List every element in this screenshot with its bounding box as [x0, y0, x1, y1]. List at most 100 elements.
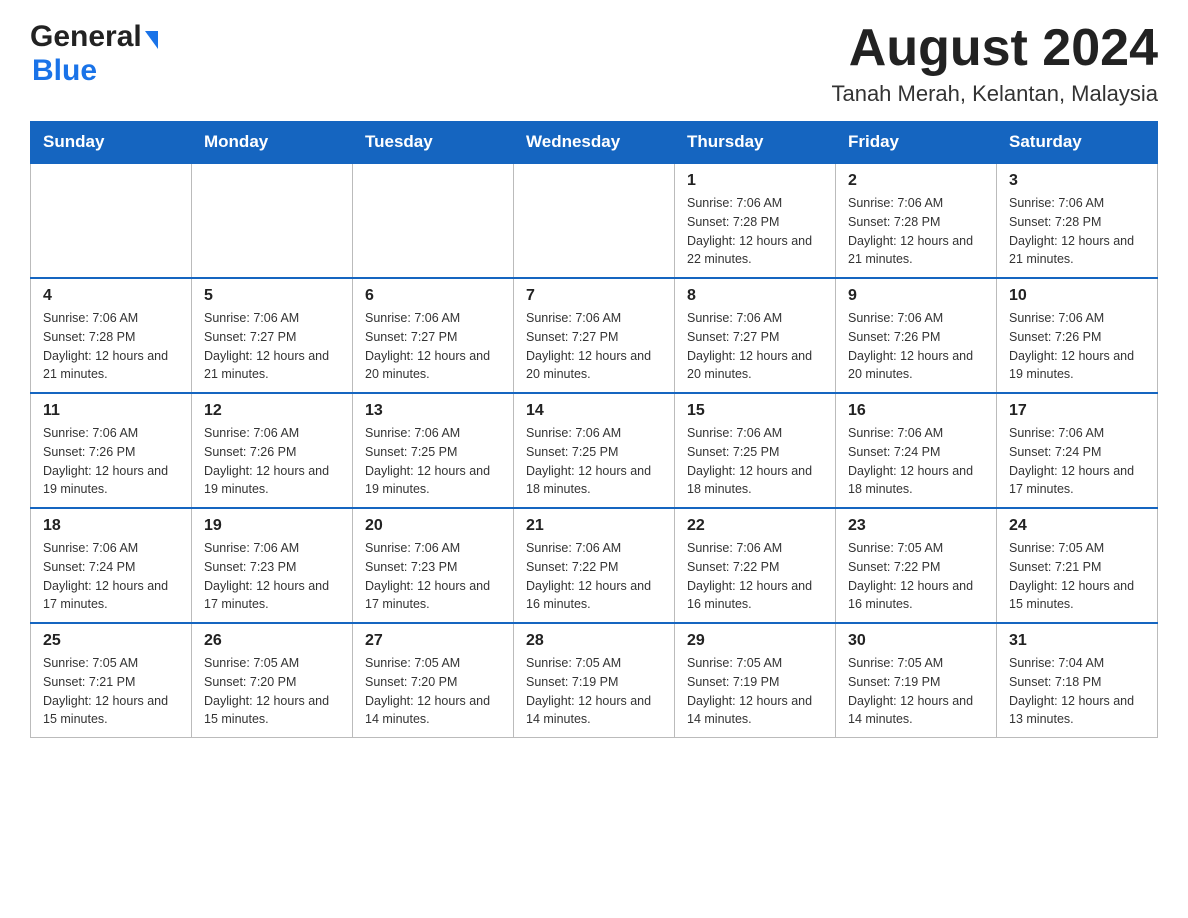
day-number: 4 — [43, 287, 179, 305]
day-number: 17 — [1009, 402, 1145, 420]
calendar-cell: 11 Sunrise: 7:06 AM Sunset: 7:26 PM Dayli… — [31, 393, 192, 508]
day-number: 28 — [526, 632, 662, 650]
calendar-cell: 3Sunrise: 7:06 AM Sunset: 7:28 PM Daylig… — [997, 163, 1158, 278]
month-title: August 2024 — [831, 20, 1158, 77]
logo-triangle-icon — [145, 31, 158, 49]
day-number: 9 — [848, 287, 984, 305]
calendar-cell — [192, 163, 353, 278]
day-number: 10 — [1009, 287, 1145, 305]
day-number: 22 — [687, 517, 823, 535]
day-info: Sunrise: 7:06 AM Sunset: 7:28 PM Dayligh… — [687, 194, 823, 269]
calendar-week-row: 11 Sunrise: 7:06 AM Sunset: 7:26 PM Dayli… — [31, 393, 1158, 508]
calendar-cell: 17 Sunrise: 7:06 AM Sunset: 7:24 PM Dayli… — [997, 393, 1158, 508]
day-info: Sunrise: 7:06 AM Sunset: 7:24 PM Dayligh… — [848, 424, 984, 499]
page-header: General Blue August 2024 Tanah Merah, Ke… — [30, 20, 1158, 107]
calendar-cell: 6Sunrise: 7:06 AM Sunset: 7:27 PM Daylig… — [353, 278, 514, 393]
calendar-cell: 7 Sunrise: 7:06 AM Sunset: 7:27 PM Daylig… — [514, 278, 675, 393]
day-number: 23 — [848, 517, 984, 535]
calendar-cell: 8Sunrise: 7:06 AM Sunset: 7:27 PM Daylig… — [675, 278, 836, 393]
day-info: Sunrise: 7:06 AM Sunset: 7:28 PM Dayligh… — [848, 194, 984, 269]
day-info: Sunrise: 7:05 AM Sunset: 7:20 PM Dayligh… — [204, 654, 340, 729]
calendar-cell: 1 Sunrise: 7:06 AM Sunset: 7:28 PM Daylig… — [675, 163, 836, 278]
calendar-table: SundayMondayTuesdayWednesdayThursdayFrid… — [30, 121, 1158, 738]
calendar-cell: 14 Sunrise: 7:06 AM Sunset: 7:25 PM Dayli… — [514, 393, 675, 508]
day-info: Sunrise: 7:06 AM Sunset: 7:22 PM Dayligh… — [526, 539, 662, 614]
day-number: 25 — [43, 632, 179, 650]
day-number: 19 — [204, 517, 340, 535]
day-number: 29 — [687, 632, 823, 650]
col-header-friday: Friday — [836, 122, 997, 164]
day-info: Sunrise: 7:06 AM Sunset: 7:25 PM Dayligh… — [526, 424, 662, 499]
day-info: Sunrise: 7:06 AM Sunset: 7:26 PM Dayligh… — [1009, 309, 1145, 384]
title-area: August 2024 Tanah Merah, Kelantan, Malay… — [831, 20, 1158, 107]
col-header-monday: Monday — [192, 122, 353, 164]
calendar-cell: 25Sunrise: 7:05 AM Sunset: 7:21 PM Dayli… — [31, 623, 192, 738]
calendar-cell — [353, 163, 514, 278]
calendar-cell: 12 Sunrise: 7:06 AM Sunset: 7:26 PM Dayli… — [192, 393, 353, 508]
day-info: Sunrise: 7:04 AM Sunset: 7:18 PM Dayligh… — [1009, 654, 1145, 729]
day-info: Sunrise: 7:06 AM Sunset: 7:24 PM Dayligh… — [1009, 424, 1145, 499]
day-number: 24 — [1009, 517, 1145, 535]
logo-blue-text: Blue — [32, 54, 97, 87]
logo-general-text: General — [30, 20, 142, 54]
calendar-cell: 23Sunrise: 7:05 AM Sunset: 7:22 PM Dayli… — [836, 508, 997, 623]
col-header-wednesday: Wednesday — [514, 122, 675, 164]
day-number: 14 — [526, 402, 662, 420]
calendar-cell: 20 Sunrise: 7:06 AM Sunset: 7:23 PM Dayli… — [353, 508, 514, 623]
day-info: Sunrise: 7:06 AM Sunset: 7:26 PM Dayligh… — [204, 424, 340, 499]
day-number: 18 — [43, 517, 179, 535]
day-number: 11 — [43, 402, 179, 420]
col-header-tuesday: Tuesday — [353, 122, 514, 164]
day-number: 13 — [365, 402, 501, 420]
col-header-saturday: Saturday — [997, 122, 1158, 164]
day-number: 15 — [687, 402, 823, 420]
col-header-sunday: Sunday — [31, 122, 192, 164]
calendar-cell: 2 Sunrise: 7:06 AM Sunset: 7:28 PM Daylig… — [836, 163, 997, 278]
day-number: 1 — [687, 172, 823, 190]
day-info: Sunrise: 7:06 AM Sunset: 7:25 PM Dayligh… — [365, 424, 501, 499]
calendar-week-row: 4 Sunrise: 7:06 AM Sunset: 7:28 PM Daylig… — [31, 278, 1158, 393]
day-number: 2 — [848, 172, 984, 190]
calendar-cell: 28 Sunrise: 7:05 AM Sunset: 7:19 PM Dayli… — [514, 623, 675, 738]
calendar-cell: 26Sunrise: 7:05 AM Sunset: 7:20 PM Dayli… — [192, 623, 353, 738]
calendar-cell: 16 Sunrise: 7:06 AM Sunset: 7:24 PM Dayli… — [836, 393, 997, 508]
day-info: Sunrise: 7:06 AM Sunset: 7:27 PM Dayligh… — [526, 309, 662, 384]
calendar-cell: 13 Sunrise: 7:06 AM Sunset: 7:25 PM Dayli… — [353, 393, 514, 508]
calendar-cell: 22 Sunrise: 7:06 AM Sunset: 7:22 PM Dayli… — [675, 508, 836, 623]
calendar-week-row: 1 Sunrise: 7:06 AM Sunset: 7:28 PM Daylig… — [31, 163, 1158, 278]
calendar-cell — [31, 163, 192, 278]
col-header-thursday: Thursday — [675, 122, 836, 164]
calendar-cell: 21Sunrise: 7:06 AM Sunset: 7:22 PM Dayli… — [514, 508, 675, 623]
day-number: 8 — [687, 287, 823, 305]
day-info: Sunrise: 7:06 AM Sunset: 7:26 PM Dayligh… — [43, 424, 179, 499]
calendar-cell: 5 Sunrise: 7:06 AM Sunset: 7:27 PM Daylig… — [192, 278, 353, 393]
calendar-cell: 30Sunrise: 7:05 AM Sunset: 7:19 PM Dayli… — [836, 623, 997, 738]
day-info: Sunrise: 7:06 AM Sunset: 7:28 PM Dayligh… — [1009, 194, 1145, 269]
calendar-cell: 29Sunrise: 7:05 AM Sunset: 7:19 PM Dayli… — [675, 623, 836, 738]
calendar-cell: 15 Sunrise: 7:06 AM Sunset: 7:25 PM Dayli… — [675, 393, 836, 508]
day-info: Sunrise: 7:06 AM Sunset: 7:27 PM Dayligh… — [204, 309, 340, 384]
calendar-header-row: SundayMondayTuesdayWednesdayThursdayFrid… — [31, 122, 1158, 164]
calendar-cell: 4 Sunrise: 7:06 AM Sunset: 7:28 PM Daylig… — [31, 278, 192, 393]
calendar-cell: 9 Sunrise: 7:06 AM Sunset: 7:26 PM Daylig… — [836, 278, 997, 393]
day-info: Sunrise: 7:05 AM Sunset: 7:21 PM Dayligh… — [1009, 539, 1145, 614]
day-number: 12 — [204, 402, 340, 420]
day-info: Sunrise: 7:06 AM Sunset: 7:22 PM Dayligh… — [687, 539, 823, 614]
day-number: 7 — [526, 287, 662, 305]
day-info: Sunrise: 7:06 AM Sunset: 7:23 PM Dayligh… — [365, 539, 501, 614]
day-number: 31 — [1009, 632, 1145, 650]
logo-area: General Blue — [30, 20, 158, 88]
location-title: Tanah Merah, Kelantan, Malaysia — [831, 81, 1158, 107]
day-number: 5 — [204, 287, 340, 305]
day-info: Sunrise: 7:06 AM Sunset: 7:25 PM Dayligh… — [687, 424, 823, 499]
day-info: Sunrise: 7:06 AM Sunset: 7:23 PM Dayligh… — [204, 539, 340, 614]
day-info: Sunrise: 7:06 AM Sunset: 7:24 PM Dayligh… — [43, 539, 179, 614]
day-info: Sunrise: 7:05 AM Sunset: 7:19 PM Dayligh… — [526, 654, 662, 729]
day-info: Sunrise: 7:06 AM Sunset: 7:26 PM Dayligh… — [848, 309, 984, 384]
calendar-cell: 19 Sunrise: 7:06 AM Sunset: 7:23 PM Dayli… — [192, 508, 353, 623]
day-info: Sunrise: 7:05 AM Sunset: 7:20 PM Dayligh… — [365, 654, 501, 729]
day-number: 16 — [848, 402, 984, 420]
day-number: 20 — [365, 517, 501, 535]
day-info: Sunrise: 7:06 AM Sunset: 7:28 PM Dayligh… — [43, 309, 179, 384]
day-number: 27 — [365, 632, 501, 650]
